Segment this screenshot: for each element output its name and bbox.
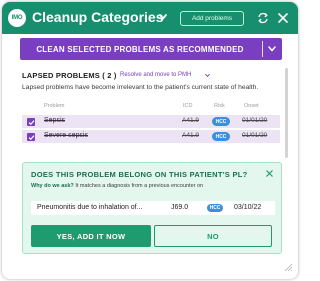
chevron-down-icon[interactable] — [267, 44, 277, 54]
no-button[interactable]: NO — [154, 225, 272, 247]
problem-name: Severe sepsis — [44, 132, 88, 139]
problem-onset: 01/01/20 — [242, 132, 268, 139]
matched-problem-name: Pneumonitis due to inhalation of... — [37, 204, 143, 211]
window-title: Cleanup Categories — [32, 9, 164, 25]
table-row[interactable]: Sepsis A41.9 HCC 01/01/20 — [22, 115, 280, 128]
hcc-badge: HCC — [207, 204, 223, 212]
resize-grip-icon[interactable] — [283, 262, 293, 272]
row-checkbox[interactable] — [27, 133, 35, 141]
resolve-move-link[interactable]: Resolve and move to PMH — [120, 72, 191, 78]
lapsed-section-title: LAPSED PROBLEMS ( 2 ) — [22, 71, 117, 80]
checkmark-icon — [28, 119, 34, 125]
matched-problem-row: Pneumonitis due to inhalation of... J69.… — [31, 201, 275, 215]
suggestion-question: DOES THIS PROBLEM BELONG ON THIS PATIENT… — [31, 170, 248, 179]
problem-icd: A41.9 — [182, 132, 199, 139]
hcc-badge: HCC — [212, 117, 230, 126]
close-icon[interactable] — [265, 169, 274, 178]
imo-logo: IMO — [8, 9, 26, 27]
row-checkbox[interactable] — [27, 118, 35, 126]
why-label: Why do we ask? — [31, 183, 74, 189]
why-explanation: Why do we ask? It matches a diagnosis fr… — [31, 183, 203, 189]
chevron-down-icon[interactable] — [204, 72, 211, 79]
why-text: It matches a diagnosis from a previous e… — [75, 183, 204, 189]
clean-selected-label: CLEAN SELECTED PROBLEMS AS RECOMMENDED — [36, 44, 244, 54]
refresh-icon[interactable] — [256, 11, 270, 25]
lapsed-description: Lapsed problems have become irrelevant t… — [22, 84, 259, 91]
problem-name: Sepsis — [44, 117, 66, 124]
clean-selected-button[interactable]: CLEAN SELECTED PROBLEMS AS RECOMMENDED — [20, 38, 282, 60]
suggestion-panel: DOES THIS PROBLEM BELONG ON THIS PATIENT… — [22, 162, 282, 254]
column-header-icd: ICD — [183, 103, 193, 109]
column-header-onset: Onset — [244, 103, 259, 109]
add-problems-button[interactable]: Add problems — [180, 11, 244, 26]
yes-add-button[interactable]: YES, ADD IT NOW — [31, 225, 151, 247]
hcc-badge: HCC — [212, 132, 230, 141]
matched-problem-icd: J69.0 — [171, 204, 189, 211]
scrollbar[interactable] — [285, 68, 288, 158]
close-icon[interactable] — [276, 11, 290, 25]
problem-icd: A41.9 — [182, 117, 199, 124]
problem-onset: 01/01/20 — [242, 117, 268, 124]
chevron-down-icon[interactable] — [158, 12, 168, 22]
header-bar: IMO Cleanup Categories Add problems — [2, 2, 298, 34]
column-header-risk: Risk — [214, 103, 225, 109]
cleanup-window: IMO Cleanup Categories Add problems CLEA… — [2, 2, 298, 279]
column-header-problem: Problem — [44, 103, 65, 109]
checkmark-icon — [28, 134, 34, 140]
matched-problem-date: 03/10/22 — [234, 204, 262, 211]
button-divider — [262, 41, 263, 57]
table-row[interactable]: Severe sepsis A41.9 HCC 01/01/20 — [22, 130, 280, 143]
